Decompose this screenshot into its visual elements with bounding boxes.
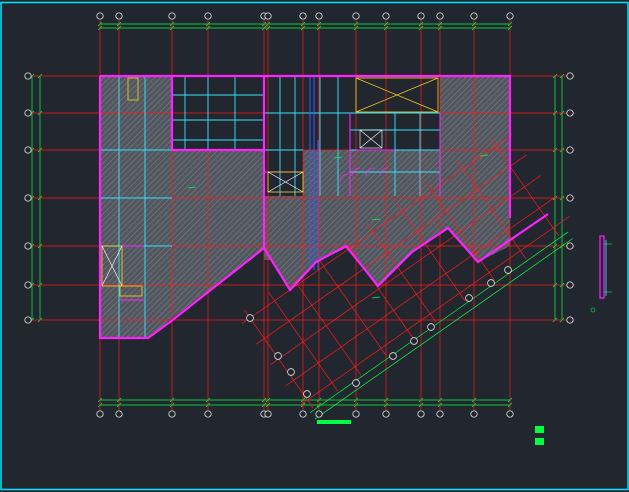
axis-bubble-icon-right-5 [566,281,574,289]
axis-bubble-icon-right-2 [566,146,574,154]
axis-bubble-icon-left-4 [24,242,32,250]
axis-bubble-icon-top-13 [506,12,514,20]
diag-axis-bubble-icon-7 [427,323,435,331]
diag-axis-bubble-icon-6 [410,337,418,345]
diag-dim-0 [309,231,569,413]
diag-axis-bubble-icon-10 [504,266,512,274]
diag-axis-bubble-icon-9 [487,279,495,287]
diag-axis-bubble-icon-3 [303,390,311,398]
axis-bubble-icon-bottom-9 [382,410,390,418]
diag-axis-bubble-icon-0 [246,314,254,322]
axis-bubble-icon-left-1 [24,109,32,117]
diag-axis-bubble-icon-8 [465,294,473,302]
axis-bubble-icon-left-5 [24,281,32,289]
axis-bubble-icon-left-3 [24,194,32,202]
axis-bubble-icon-bottom-12 [470,410,478,418]
axis-bubble-icon-right-4 [566,242,574,250]
axis-bubble-icon-top-11 [436,12,444,20]
axis-bubble-icon-bottom-11 [436,410,444,418]
axis-bubble-icon-right-6 [566,316,574,324]
legend-swatch-2 [535,438,544,445]
axis-bubble-icon-top-2 [168,12,176,20]
axis-bubble-icon-bottom-6 [299,410,307,418]
axis-bubble-icon-left-6 [24,316,32,324]
axis-bubble-icon-bottom-10 [417,410,425,418]
axis-bubble-icon-right-0 [566,72,574,80]
cad-drawing-canvas[interactable] [0,0,629,492]
axis-bubble-icon-top-0 [96,12,104,20]
slab-left-block [100,76,264,338]
axis-bubble-icon-left-2 [24,146,32,154]
diag-axis-bubble-icon-5 [389,352,397,360]
section-mark-icon [590,235,612,313]
scale-bar [317,420,351,424]
diag-axis-bubble-icon-1 [274,352,282,360]
axis-bubble-icon-bottom-8 [352,410,360,418]
axis-bubble-icon-right-1 [566,109,574,117]
axis-bubble-icon-bottom-1 [115,410,123,418]
axis-bubble-icon-top-12 [470,12,478,20]
diag-axis-bubble-icon-4 [352,379,360,387]
legend-swatch-1 [535,426,544,433]
axis-bubble-icon-top-1 [115,12,123,20]
axis-bubble-icon-right-3 [566,194,574,202]
axis-bubble-icon-top-5 [264,12,272,20]
hatched-slab-areas [100,76,510,338]
axis-bubble-icon-bottom-5 [264,410,272,418]
axis-bubble-icon-top-7 [315,12,323,20]
diag-dim-1 [314,238,573,420]
axis-bubble-icon-top-9 [382,12,390,20]
axis-bubble-icon-bottom-7 [315,410,323,418]
axis-bubble-icon-top-3 [204,12,212,20]
axis-bubble-icon-bottom-0 [96,410,104,418]
annotation-mark-2 [371,296,381,299]
axis-bubble-icon-top-8 [352,12,360,20]
axis-bubble-icon-bottom-13 [506,410,514,418]
axis-bubble-icon-top-10 [417,12,425,20]
axis-bubble-icon-bottom-2 [168,410,176,418]
axis-bubble-icon-top-6 [299,12,307,20]
diag-axis-bubble-icon-2 [287,368,295,376]
axis-bubble-icon-bottom-3 [204,410,212,418]
axis-bubble-icon-left-0 [24,72,32,80]
